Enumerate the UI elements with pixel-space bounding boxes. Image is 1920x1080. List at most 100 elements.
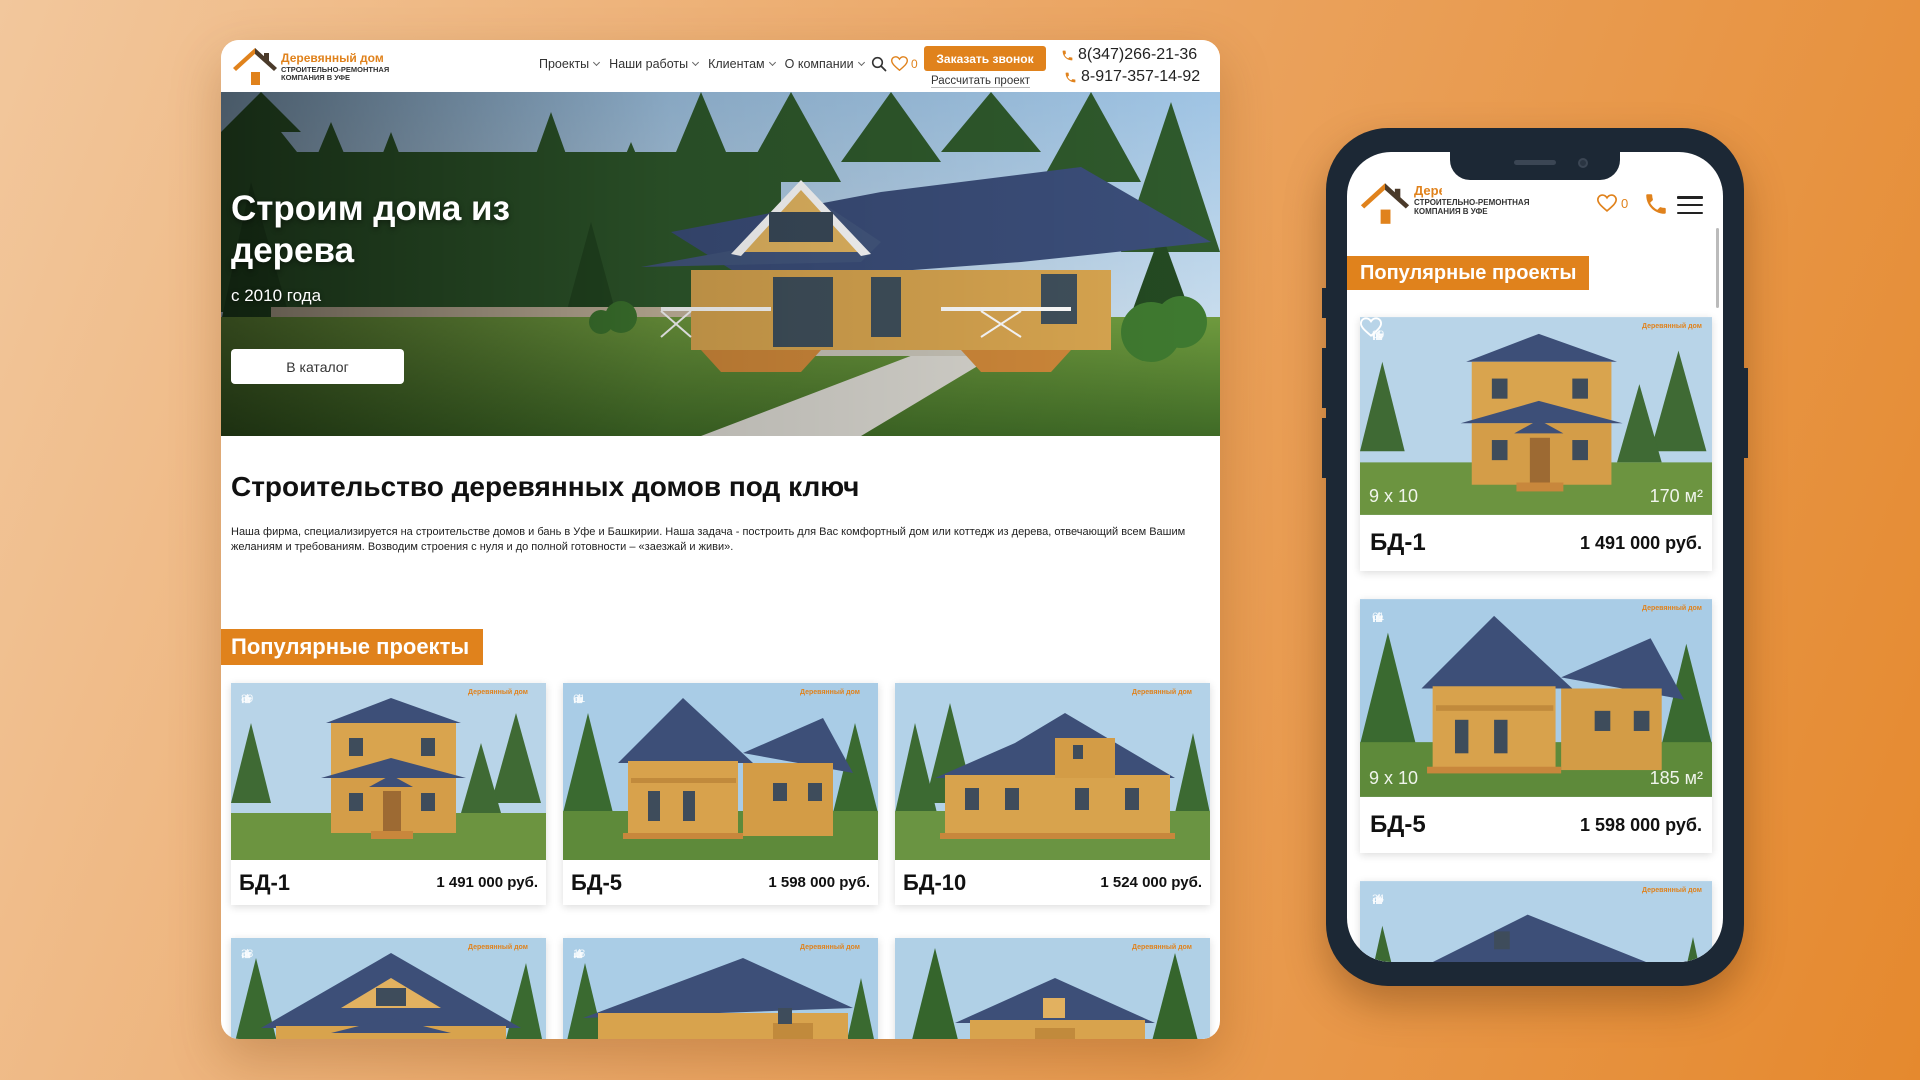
main-nav: Проекты Наши работы Клиентам О компании <box>539 57 865 71</box>
watermark-logo: Деревянный дом <box>1132 689 1192 696</box>
project-price: 1 598 000 руб. <box>768 874 870 891</box>
watermark-logo: Деревянный дом <box>1642 605 1702 612</box>
watermark-logo: Деревянный дом <box>800 689 860 696</box>
logo-tagline: Строительно-ремонтная компания в Уфе <box>1414 198 1530 216</box>
favorites-button[interactable]: 0 <box>891 56 918 71</box>
speaker <box>1514 160 1556 165</box>
site-logo[interactable]: Деревянный дом Строительно-ремонтная ком… <box>231 45 406 89</box>
project-card[interactable]: 18 Деревянный дом <box>563 938 878 1039</box>
project-card[interactable]: 61 Деревянный дом 9 x 10 185 м² БД-5 1 5… <box>1360 599 1712 853</box>
project-image: 89 Деревянный дом <box>231 683 546 860</box>
nav-item-clients[interactable]: Клиентам <box>708 57 776 71</box>
phone-number: 8(347)266-21-36 <box>1078 46 1198 63</box>
likes-counter[interactable]: 34 <box>1372 893 1384 905</box>
logo-brand: Деревянный дом <box>1414 183 1442 198</box>
phone-button <box>1744 368 1748 458</box>
calc-project-link[interactable]: Рассчитать проект <box>931 75 1031 88</box>
project-area: 185 м² <box>1649 768 1703 788</box>
scrollbar[interactable] <box>1716 228 1719 308</box>
likes-counter[interactable]: 61 <box>573 693 585 705</box>
chevron-down-icon <box>593 58 601 67</box>
thumbs-up-icon <box>573 693 584 704</box>
heart-icon[interactable] <box>1360 317 1382 337</box>
search-icon[interactable] <box>871 56 887 72</box>
thumbs-up-icon <box>1373 894 1383 904</box>
logo-brand: Деревянный дом <box>281 51 384 65</box>
hero-banner: Строим дома из дерева с 2010 года В ката… <box>221 92 1220 436</box>
likes-counter[interactable]: 38 <box>241 948 253 960</box>
project-card[interactable]: Деревянный дом БД-10 1 524 000 руб. <box>895 683 1210 905</box>
thumbs-up-icon <box>573 948 584 959</box>
nav-label: Клиентам <box>708 57 765 71</box>
section-title-popular: Популярные проекты <box>221 629 484 665</box>
page-title: Строительство деревянных домов под ключ <box>231 471 860 502</box>
phone-button <box>1322 418 1326 478</box>
phone-icon <box>1062 50 1073 60</box>
desktop-mockup: Деревянный дом Строительно-ремонтная ком… <box>221 40 1220 1039</box>
phone-button <box>1322 348 1326 408</box>
site-header: Деревянный дом Строительно-ремонтная ком… <box>221 40 1220 92</box>
order-call-button[interactable]: Заказать звонок <box>924 46 1046 71</box>
card-footer: БД-5 1 598 000 руб. <box>563 860 878 905</box>
project-image: 89 Деревянный дом 9 x 10 170 м² <box>1360 317 1712 515</box>
card-footer: БД-10 1 524 000 руб. <box>895 860 1210 905</box>
thumbs-up-icon <box>241 948 252 959</box>
project-image: 61 Деревянный дом <box>563 683 878 860</box>
phone-button <box>1322 288 1326 318</box>
project-card[interactable]: Деревянный дом <box>895 938 1210 1039</box>
project-card[interactable]: 89 Деревянный дом 9 x 10 170 м² БД-1 1 4… <box>1360 317 1712 571</box>
project-name: БД-5 <box>1370 811 1426 838</box>
phone-notch <box>1450 152 1620 180</box>
project-name: БД-5 <box>571 869 623 895</box>
project-price: 1 598 000 руб. <box>1580 814 1702 835</box>
section-title-popular: Популярные проекты <box>1347 256 1590 290</box>
project-name: БД-10 <box>903 869 967 895</box>
project-image: 34 Деревянный дом <box>1360 881 1712 962</box>
nav-label: Проекты <box>539 57 590 71</box>
chevron-down-icon <box>768 58 776 67</box>
heart-icon <box>1597 194 1617 212</box>
project-price: 1 524 000 руб. <box>1100 874 1202 891</box>
watermark-logo: Деревянный дом <box>1132 944 1192 951</box>
project-card[interactable]: 38 Деревянный дом <box>231 938 546 1039</box>
favorites-count: 0 <box>911 56 918 71</box>
house-logo-icon <box>1360 183 1410 224</box>
catalog-button[interactable]: В каталог <box>231 349 404 384</box>
nav-item-about[interactable]: О компании <box>785 57 865 71</box>
menu-icon[interactable] <box>1677 196 1703 214</box>
heart-icon <box>891 56 908 71</box>
likes-counter[interactable]: 61 <box>1372 611 1384 623</box>
site-logo[interactable]: Деревянный дом Строительно-ремонтная ком… <box>1357 180 1529 231</box>
likes-counter[interactable]: 18 <box>573 948 585 960</box>
logo-tagline: Строительно-ремонтная компания в Уфе <box>281 65 390 82</box>
project-area: 170 м² <box>1649 486 1703 506</box>
project-card[interactable]: 89 Деревянный дом БД-1 1 491 000 руб. <box>231 683 546 905</box>
watermark-logo: Деревянный дом <box>468 689 528 696</box>
favorites-button[interactable]: 0 <box>1597 194 1628 212</box>
project-size: 9 x 10 <box>1369 768 1419 788</box>
likes-counter[interactable]: 89 <box>241 693 253 705</box>
card-footer: БД-1 1 491 000 руб. <box>231 860 546 905</box>
project-image: 38 Деревянный дом <box>231 938 546 1039</box>
nav-label: Наши работы <box>609 57 689 71</box>
card-footer: БД-5 1 598 000 руб. <box>1360 797 1712 853</box>
phone-number: 8-917-357-14-92 <box>1081 68 1201 85</box>
thumbs-up-icon <box>241 693 252 704</box>
intro-paragraph: Наша фирма, специализируется на строител… <box>231 526 1186 553</box>
phone-icon <box>1065 72 1076 82</box>
phone-2[interactable]: 8-917-357-14-92 <box>1061 66 1200 88</box>
project-image: 18 Деревянный дом <box>563 938 878 1039</box>
phone-icon[interactable] <box>1643 191 1669 217</box>
project-price: 1 491 000 руб. <box>436 874 538 891</box>
nav-item-works[interactable]: Наши работы <box>609 57 700 71</box>
project-name: БД-1 <box>239 869 291 895</box>
house-logo-icon <box>233 48 277 85</box>
phone-1[interactable]: 8(347)266-21-36 <box>1061 44 1200 66</box>
project-image: 61 Деревянный дом 9 x 10 185 м² <box>1360 599 1712 797</box>
project-card[interactable]: 34 Деревянный дом <box>1360 881 1712 962</box>
project-card[interactable]: 61 Деревянный дом БД-5 1 598 000 руб. <box>563 683 878 905</box>
watermark-logo: Деревянный дом <box>1642 323 1702 330</box>
nav-item-projects[interactable]: Проекты <box>539 57 601 71</box>
project-name: БД-1 <box>1370 529 1426 556</box>
hero-title: Строим дома из дерева <box>231 189 510 270</box>
